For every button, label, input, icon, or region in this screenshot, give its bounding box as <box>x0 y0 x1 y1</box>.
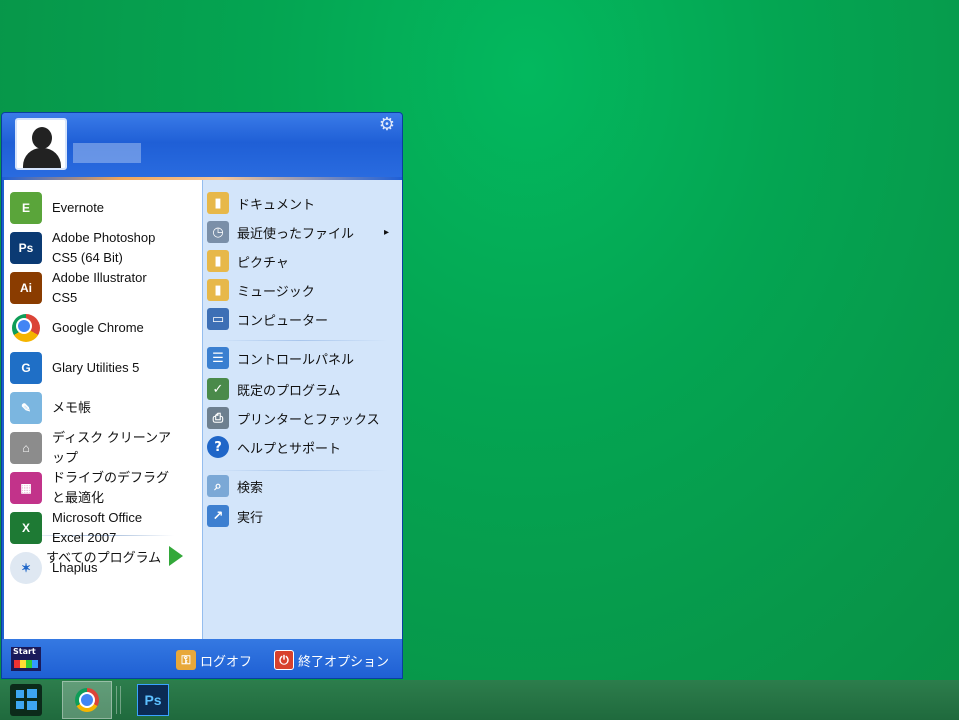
windows-logo-tile <box>27 701 37 710</box>
program-label: Glary Utilities 5 <box>52 360 140 375</box>
shutdown-button[interactable]: ⏻ 終了オプション <box>274 649 389 671</box>
program-label: Lhaplus <box>52 560 98 575</box>
start-menu-header: ⚙ <box>2 113 402 179</box>
user-name <box>73 143 141 163</box>
logoff-button[interactable]: ⚿ ログオフ <box>176 649 252 671</box>
program-google-chrome[interactable]: Google Chrome <box>10 309 196 347</box>
place-label: 最近使ったファイル <box>237 225 355 241</box>
place-help[interactable]: ? ヘルプとサポート <box>207 434 397 460</box>
place-label: 検索 <box>237 479 264 495</box>
gear-icon[interactable]: ⚙ <box>378 116 396 134</box>
program-label: メモ帳 <box>52 400 92 415</box>
submenu-arrow-icon: ▸ <box>383 226 389 238</box>
place-label: コントロールパネル <box>237 351 355 367</box>
program-notepad[interactable]: ✎ メモ帳 <box>10 389 196 427</box>
place-label: プリンターとファックス <box>237 411 380 427</box>
taskbar-separator <box>116 686 121 714</box>
defrag-icon: ▦ <box>10 472 42 504</box>
run-icon: ↗ <box>207 505 229 527</box>
glary-utilities-icon: G <box>10 352 42 384</box>
start-menu-footer: Start ⚿ ログオフ ⏻ 終了オプション <box>2 639 402 678</box>
folder-documents-icon: ▮ <box>207 192 229 214</box>
program-defrag[interactable]: ▦ ドライブのデフラグと最適化 <box>10 469 196 507</box>
program-label: Adobe Photoshop CS5 (64 Bit) <box>52 230 156 265</box>
start-logo-text: Start <box>13 647 36 656</box>
help-icon: ? <box>207 436 229 458</box>
shutdown-label: 終了オプション <box>298 653 390 669</box>
start-menu: ⚙ すべてのプログラム Start ⚿ ログオフ ⏻ 終了オプション E Ever… <box>1 112 403 679</box>
logoff-label: ログオフ <box>200 653 253 669</box>
evernote-icon: E <box>10 192 42 224</box>
places-divider <box>212 340 388 341</box>
place-label: 実行 <box>237 509 264 525</box>
photoshop-icon: Ps <box>10 232 42 264</box>
start-logo-bars <box>14 660 38 668</box>
program-evernote[interactable]: E Evernote <box>10 189 196 227</box>
place-control-panel[interactable]: ☰ コントロールパネル <box>207 345 397 371</box>
place-default-programs[interactable]: ✓ 既定のプログラム <box>207 376 397 402</box>
place-recent-files[interactable]: ◷ 最近使ったファイル ▸ <box>207 219 397 245</box>
place-label: 既定のプログラム <box>237 382 341 398</box>
illustrator-icon: Ai <box>10 272 42 304</box>
program-label: Google Chrome <box>52 320 144 335</box>
notepad-icon: ✎ <box>10 392 42 424</box>
avatar-body <box>23 148 61 168</box>
avatar-head <box>32 127 52 149</box>
place-label: ミュージック <box>237 283 315 299</box>
place-label: ヘルプとサポート <box>237 440 342 456</box>
place-label: ピクチャ <box>237 254 289 270</box>
control-panel-icon: ☰ <box>207 347 229 369</box>
power-icon: ⏻ <box>274 650 294 670</box>
start-logo-icon[interactable]: Start <box>11 647 41 671</box>
windows-logo-tile <box>16 690 24 698</box>
lhaplus-icon: ✶ <box>10 552 42 584</box>
place-label: ドキュメント <box>237 196 316 212</box>
photoshop-icon[interactable]: Ps <box>137 684 169 716</box>
place-search[interactable]: ⌕ 検索 <box>207 473 397 499</box>
program-label: Microsoft Office Excel 2007 <box>52 510 143 545</box>
folder-pictures-icon: ▮ <box>207 250 229 272</box>
folder-music-icon: ▮ <box>207 279 229 301</box>
program-excel[interactable]: X Microsoft Office Excel 2007 <box>10 509 196 547</box>
program-lhaplus[interactable]: ✶ Lhaplus <box>10 549 196 587</box>
program-photoshop[interactable]: Ps Adobe Photoshop CS5 (64 Bit) <box>10 229 196 267</box>
taskbar: Ps <box>0 680 959 720</box>
taskbar-photoshop-glyph: Ps <box>144 692 162 708</box>
search-icon: ⌕ <box>207 475 229 497</box>
program-disk-cleanup[interactable]: ⌂ ディスク クリーンアップ <box>10 429 196 467</box>
place-label: コンピューター <box>237 312 329 328</box>
place-computer[interactable]: ▭ コンピューター <box>207 306 397 332</box>
recent-files-icon: ◷ <box>207 221 229 243</box>
windows-logo-tile <box>16 701 24 709</box>
default-programs-icon: ✓ <box>207 378 229 400</box>
user-avatar[interactable] <box>15 118 67 170</box>
chrome-icon <box>75 688 99 712</box>
place-printers[interactable]: ⎙ プリンターとファックス <box>207 405 397 431</box>
place-music[interactable]: ▮ ミュージック <box>207 277 397 303</box>
windows-logo-tile <box>27 689 37 698</box>
excel-icon: X <box>10 512 42 544</box>
disk-cleanup-icon: ⌂ <box>10 432 42 464</box>
program-label: ドライブのデフラグと最適化 <box>52 470 170 505</box>
places-divider <box>212 470 388 471</box>
computer-icon: ▭ <box>207 308 229 330</box>
program-illustrator[interactable]: Ai Adobe Illustrator CS5 <box>10 269 196 307</box>
taskbar-chrome-button[interactable] <box>62 681 112 719</box>
place-pictures[interactable]: ▮ ピクチャ <box>207 248 397 274</box>
place-run[interactable]: ↗ 実行 <box>207 503 397 529</box>
program-label: Adobe Illustrator CS5 <box>52 270 147 305</box>
windows-start-icon[interactable] <box>10 684 42 716</box>
key-icon: ⚿ <box>176 650 196 670</box>
place-documents[interactable]: ▮ ドキュメント <box>207 190 397 216</box>
program-label: Evernote <box>52 200 105 215</box>
printer-icon: ⎙ <box>207 407 229 429</box>
program-glary-utilities[interactable]: G Glary Utilities 5 <box>10 349 196 387</box>
program-label: ディスク クリーンアップ <box>52 430 172 465</box>
chrome-icon <box>10 312 42 344</box>
